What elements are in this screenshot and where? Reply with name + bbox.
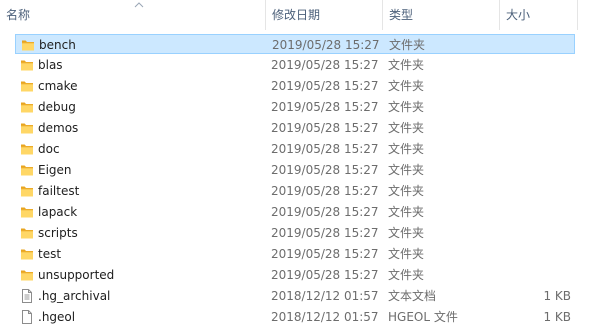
file-name: Eigen — [38, 163, 72, 177]
file-type: 文件夹 — [388, 142, 425, 156]
file-date: 2019/05/28 15:27 — [271, 100, 379, 114]
file-name: cmake — [38, 79, 78, 93]
folder-icon — [19, 267, 35, 283]
file-row[interactable]: failtest 2019/05/28 15:27 文件夹 — [15, 181, 575, 201]
file-icon — [19, 309, 35, 325]
file-date: 2019/05/28 15:27 — [271, 79, 379, 93]
file-type: 文件夹 — [388, 184, 425, 198]
file-type: 文件夹 — [388, 247, 425, 261]
file-name: debug — [38, 100, 76, 114]
column-name-label: 名称 — [6, 8, 31, 22]
file-date: 2019/05/28 15:27 — [271, 268, 379, 282]
folder-icon — [19, 99, 35, 115]
file-name: .hgeol — [38, 310, 76, 324]
folder-icon — [19, 225, 35, 241]
file-type: 文件夹 — [388, 79, 425, 93]
file-date: 2019/05/28 15:27 — [271, 58, 379, 72]
file-name: demos — [38, 121, 79, 135]
folder-icon — [19, 141, 35, 157]
file-type: 文件夹 — [388, 58, 425, 72]
file-row[interactable]: bench 2019/05/28 15:27 文件夹 — [15, 34, 575, 54]
file-name: test — [38, 247, 62, 261]
file-type: 文本文档 — [388, 289, 437, 303]
text-document-icon — [19, 288, 35, 304]
file-row[interactable]: demos 2019/05/28 15:27 文件夹 — [15, 118, 575, 138]
file-date: 2019/05/28 15:27 — [271, 247, 379, 261]
file-type: 文件夹 — [388, 268, 425, 282]
column-date[interactable]: 修改日期 — [266, 0, 383, 30]
file-row[interactable]: lapack 2019/05/28 15:27 文件夹 — [15, 202, 575, 222]
file-row[interactable]: Eigen 2019/05/28 15:27 文件夹 — [15, 160, 575, 180]
file-type: HGEOL 文件 — [388, 310, 458, 324]
file-row[interactable]: cmake 2019/05/28 15:27 文件夹 — [15, 76, 575, 96]
file-date: 2019/05/28 15:27 — [271, 121, 379, 135]
folder-icon — [19, 57, 35, 73]
column-type[interactable]: 类型 — [383, 0, 500, 30]
folder-icon — [19, 162, 35, 178]
file-date: 2019/05/28 15:27 — [271, 142, 379, 156]
file-size: 1 KB — [543, 289, 571, 303]
column-type-label: 类型 — [389, 8, 414, 22]
file-type: 文件夹 — [389, 38, 426, 52]
file-type: 文件夹 — [388, 100, 425, 114]
file-size: 1 KB — [543, 310, 571, 324]
folder-icon — [19, 120, 35, 136]
file-row[interactable]: .hg_archival 2018/12/12 01:57 文本文档 1 KB — [15, 286, 575, 306]
file-type: 文件夹 — [388, 205, 425, 219]
file-row[interactable]: unsupported 2019/05/28 15:27 文件夹 — [15, 265, 575, 285]
file-type: 文件夹 — [388, 226, 425, 240]
file-date: 2018/12/12 01:57 — [271, 289, 379, 303]
file-row[interactable]: .hgeol 2018/12/12 01:57 HGEOL 文件 1 KB — [15, 307, 575, 327]
file-date: 2019/05/28 15:27 — [271, 163, 379, 177]
column-header: 名称 修改日期 类型 大小 — [0, 0, 594, 30]
file-date: 2019/05/28 15:27 — [271, 226, 379, 240]
file-row[interactable]: doc 2019/05/28 15:27 文件夹 — [15, 139, 575, 159]
file-row[interactable]: debug 2019/05/28 15:27 文件夹 — [15, 97, 575, 117]
column-size-label: 大小 — [506, 8, 531, 22]
file-date: 2019/05/28 15:27 — [271, 184, 379, 198]
file-name: failtest — [38, 184, 80, 198]
folder-icon — [19, 183, 35, 199]
column-size[interactable]: 大小 — [500, 0, 578, 30]
file-date: 2018/12/12 01:57 — [271, 310, 379, 324]
file-name: bench — [39, 38, 76, 52]
file-date: 2019/05/28 15:27 — [272, 38, 380, 52]
column-date-label: 修改日期 — [272, 8, 321, 22]
file-row[interactable]: scripts 2019/05/28 15:27 文件夹 — [15, 223, 575, 243]
file-name: scripts — [38, 226, 78, 240]
folder-icon — [19, 246, 35, 262]
column-name[interactable]: 名称 — [0, 0, 266, 30]
file-row[interactable]: blas 2019/05/28 15:27 文件夹 — [15, 55, 575, 75]
file-type: 文件夹 — [388, 163, 425, 177]
file-date: 2019/05/28 15:27 — [271, 205, 379, 219]
file-name: lapack — [38, 205, 78, 219]
file-type: 文件夹 — [388, 121, 425, 135]
file-name: .hg_archival — [38, 289, 111, 303]
folder-icon — [19, 204, 35, 220]
file-name: unsupported — [38, 268, 115, 282]
file-name: doc — [38, 142, 60, 156]
folder-icon — [20, 37, 36, 53]
file-name: blas — [38, 58, 63, 72]
file-row[interactable]: test 2019/05/28 15:27 文件夹 — [15, 244, 575, 264]
folder-icon — [19, 78, 35, 94]
